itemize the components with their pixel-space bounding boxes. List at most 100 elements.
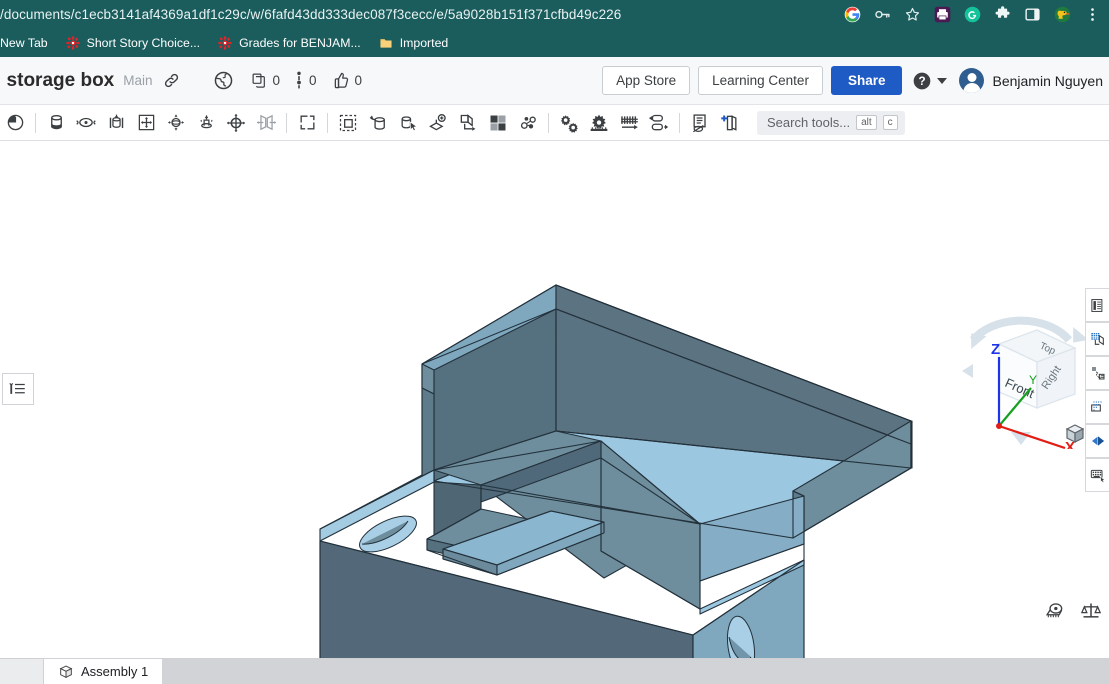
keyboard-shortcuts-icon[interactable]: [1085, 458, 1109, 492]
hide-instance-icon[interactable]: [685, 108, 715, 138]
mate-cylindrical-icon[interactable]: [101, 108, 131, 138]
select-instance-icon[interactable]: [393, 108, 423, 138]
search-tools-placeholder: Search tools...: [767, 115, 850, 130]
toolbar-separator: [548, 113, 549, 133]
measure-tape-icon[interactable]: [1045, 601, 1065, 626]
browser-url-bar: /documents/c1ecb3141af4369a1df1c29c/w/6f…: [0, 0, 1109, 28]
section-view-icon[interactable]: [1085, 322, 1109, 356]
feature-list-panel: [0, 141, 36, 658]
storage-box-model[interactable]: [0, 141, 1109, 658]
new-instance-icon[interactable]: [715, 108, 745, 138]
bookmark-new-tab[interactable]: New Tab: [0, 32, 57, 54]
bookmark-label: Short Story Choice...: [87, 36, 200, 50]
copies-stat[interactable]: 0: [251, 72, 281, 89]
shortcut-c: c: [883, 115, 898, 130]
share-button[interactable]: Share: [831, 66, 903, 95]
insert-part-icon[interactable]: [41, 108, 71, 138]
view-home-cube-icon[interactable]: [1063, 422, 1087, 446]
bookmark-label: Imported: [400, 36, 449, 50]
globe-public-icon[interactable]: [211, 68, 237, 94]
graphics-viewport[interactable]: Top Front Right Z X Y: [0, 141, 1109, 658]
exploded-view-icon[interactable]: [1085, 356, 1109, 390]
app-store-button[interactable]: App Store: [602, 66, 690, 95]
toolbar-separator: [35, 113, 36, 133]
document-header: l storage box Main 0: [0, 57, 1109, 105]
help-menu[interactable]: ?: [912, 71, 947, 91]
document-title[interactable]: l storage box: [0, 70, 114, 92]
add-mate-connector-icon[interactable]: [423, 108, 453, 138]
link-icon[interactable]: [159, 68, 185, 94]
versions-count: 0: [309, 73, 317, 88]
screw-mate-icon[interactable]: [614, 108, 644, 138]
profile-avatar-icon[interactable]: [1054, 6, 1071, 23]
address-bar[interactable]: /documents/c1ecb3141af4369a1df1c29c/w/6f…: [0, 0, 834, 28]
axis-y-label: Y: [1029, 373, 1037, 387]
onshape-browser-window: /documents/c1ecb3141af4369a1df1c29c/w/6f…: [0, 0, 1109, 684]
google-icon[interactable]: [844, 6, 861, 23]
mass-properties-icon[interactable]: [1081, 601, 1101, 626]
group-icon[interactable]: [292, 108, 322, 138]
copies-count: 0: [273, 73, 281, 88]
replicate-icon[interactable]: [363, 108, 393, 138]
element-tab-bar: Assembly 1: [0, 658, 1109, 684]
render-view-icon[interactable]: [1085, 390, 1109, 424]
linear-pattern-icon[interactable]: [483, 108, 513, 138]
tab-assembly-1[interactable]: Assembly 1: [44, 659, 162, 684]
versions-stat[interactable]: 0: [294, 71, 317, 90]
key-icon[interactable]: [874, 6, 891, 23]
puzzle-icon[interactable]: [994, 6, 1011, 23]
mate-planar-icon[interactable]: [131, 108, 161, 138]
sketch-history-icon[interactable]: [0, 108, 30, 138]
bookmark-grades-for-benjamin[interactable]: Grades for BENJAM...: [209, 32, 370, 54]
chevron-down-icon: [937, 78, 947, 84]
axis-z-label: Z: [991, 341, 1000, 358]
svg-text:?: ?: [919, 75, 926, 88]
viewport-bottom-tools: [1045, 601, 1101, 626]
help-circle-icon: ?: [912, 71, 932, 91]
tab-bar-controls[interactable]: [0, 659, 44, 684]
bookmark-label: New Tab: [0, 36, 48, 50]
schoology-icon: [218, 36, 232, 50]
explode-icon[interactable]: [513, 108, 543, 138]
gears-icon[interactable]: [554, 108, 584, 138]
mate-ball-icon[interactable]: [161, 108, 191, 138]
mate-slider-icon[interactable]: [251, 108, 281, 138]
search-tools-input[interactable]: Search tools... alt c: [757, 111, 905, 135]
mate-revolute-icon[interactable]: [71, 108, 101, 138]
display-state-icon[interactable]: [1085, 288, 1109, 322]
star-icon[interactable]: [904, 6, 921, 23]
grammarly-icon[interactable]: [964, 6, 981, 23]
bookmark-short-story-choice[interactable]: Short Story Choice...: [57, 32, 209, 54]
likes-icon: [331, 71, 350, 90]
likes-stat[interactable]: 0: [331, 71, 363, 90]
print-extension-icon[interactable]: [934, 6, 951, 23]
mate-fastened-icon[interactable]: [221, 108, 251, 138]
folder-icon: [379, 36, 393, 50]
bookmark-label: Grades for BENJAM...: [239, 36, 361, 50]
browser-toolbar-icons: [834, 0, 1109, 28]
transform-bounding-box-icon[interactable]: [333, 108, 363, 138]
learning-center-button[interactable]: Learning Center: [698, 66, 823, 95]
toolbar-separator: [679, 113, 680, 133]
likes-count: 0: [355, 73, 363, 88]
tab-label: Assembly 1: [81, 664, 148, 679]
appearance-icon[interactable]: [1085, 424, 1109, 458]
assembly-toolbar: Search tools... alt c: [0, 105, 1109, 141]
rack-pinion-icon[interactable]: [584, 108, 614, 138]
bookmarks-bar: New Tab Short Story Choice...: [0, 28, 1109, 57]
url-text: /documents/c1ecb3141af4369a1df1c29c/w/6f…: [0, 7, 621, 22]
feature-list-filter-icon[interactable]: [2, 373, 34, 405]
toolbar-separator: [286, 113, 287, 133]
user-name[interactable]: Benjamin Nguyen: [992, 73, 1103, 89]
fold-pattern-icon[interactable]: [453, 108, 483, 138]
avatar[interactable]: [959, 68, 984, 93]
branch-label[interactable]: Main: [123, 73, 152, 88]
mate-limits-icon[interactable]: [644, 108, 674, 138]
bookmark-imported-folder[interactable]: Imported: [370, 32, 458, 54]
kebab-menu-icon[interactable]: [1084, 6, 1101, 23]
assembly-cube-icon: [58, 664, 74, 680]
mate-pin-slot-icon[interactable]: [191, 108, 221, 138]
sidepanel-icon[interactable]: [1024, 6, 1041, 23]
tab-bar-empty-area: [162, 659, 1109, 684]
right-tool-rail: [1085, 288, 1109, 492]
